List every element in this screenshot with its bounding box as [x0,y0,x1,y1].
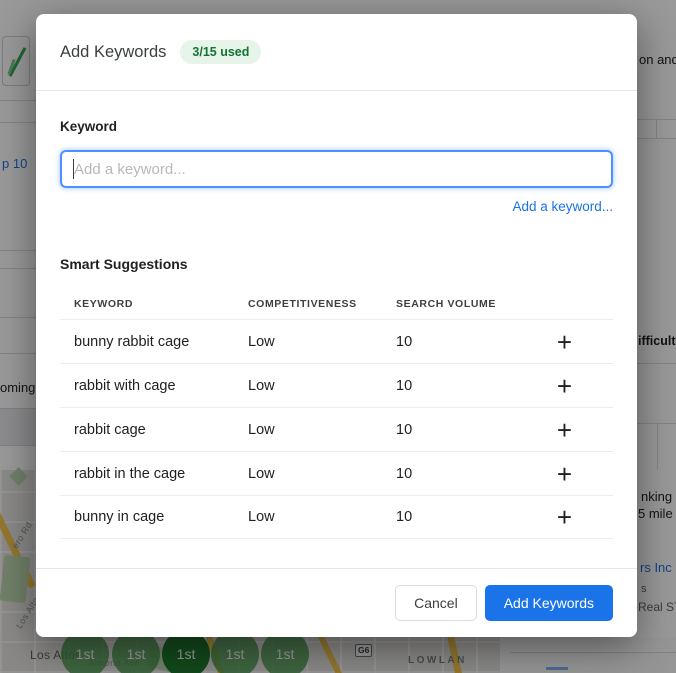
add-keywords-button[interactable]: Add Keywords [484,585,613,621]
dialog-header: Add Keywords 3/15 used [36,14,637,91]
column-header-search-volume: SEARCH VOLUME [396,298,496,310]
smart-suggestions-title: Smart Suggestions [60,256,188,272]
dialog-title: Add Keywords [60,42,167,61]
add-suggestion-button[interactable]: + [547,456,583,492]
cell-competitiveness: Low [248,377,275,394]
column-header-keyword: KEYWORD [74,298,134,310]
add-suggestion-button[interactable]: + [547,368,583,404]
cell-keyword: rabbit in the cage [74,465,186,482]
dialog-footer: Cancel Add Keywords [36,568,637,637]
keyword-field-label: Keyword [60,119,118,134]
cell-search-volume: 10 [396,465,413,482]
table-row: rabbit with cage Low 10 + [60,363,613,407]
table-row: rabbit cage Low 10 + [60,407,613,451]
cell-competitiveness: Low [248,509,275,525]
cell-competitiveness: Low [248,421,275,438]
cell-search-volume: 10 [396,377,413,394]
input-caret [73,159,74,179]
add-suggestion-button[interactable]: + [547,499,583,535]
cell-keyword: rabbit with cage [74,377,176,394]
plus-icon: + [556,414,573,445]
plus-icon: + [556,370,573,401]
screen: p 10 oming on and ifficulty nking 5 mile… [0,0,676,673]
table-row: bunny in cage Low 10 + [60,495,613,539]
cell-competitiveness: Low [248,465,275,482]
keyword-input-wrap [60,150,613,188]
usage-badge: 3/15 used [180,40,262,64]
cell-keyword: bunny in cage [74,509,165,525]
table-row: bunny rabbit cage Low 10 + [60,319,613,363]
add-suggestion-button[interactable]: + [547,324,583,360]
cell-keyword: bunny rabbit cage [74,333,190,350]
table-header-row: KEYWORD COMPETITIVENESS SEARCH VOLUME [60,289,613,319]
cell-search-volume: 10 [396,421,413,438]
plus-icon: + [556,326,573,357]
plus-icon: + [556,502,573,532]
suggestions-table: KEYWORD COMPETITIVENESS SEARCH VOLUME bu… [60,289,613,539]
cell-competitiveness: Low [248,333,275,350]
cancel-button[interactable]: Cancel [395,585,477,621]
dialog-body: Keyword Add a keyword... Smart Suggestio… [36,91,637,539]
table-row: rabbit in the cage Low 10 + [60,451,613,495]
column-header-competitiveness: COMPETITIVENESS [248,298,357,310]
add-keyword-link-row: Add a keyword... [60,198,613,214]
add-keyword-link[interactable]: Add a keyword... [512,199,613,214]
cell-search-volume: 10 [396,333,413,350]
keyword-input[interactable] [60,150,613,188]
cell-keyword: rabbit cage [74,421,146,438]
cell-search-volume: 10 [396,509,413,525]
add-suggestion-button[interactable]: + [547,412,583,448]
plus-icon: + [556,458,573,489]
add-keywords-dialog: Add Keywords 3/15 used Keyword Add a key… [36,14,637,637]
